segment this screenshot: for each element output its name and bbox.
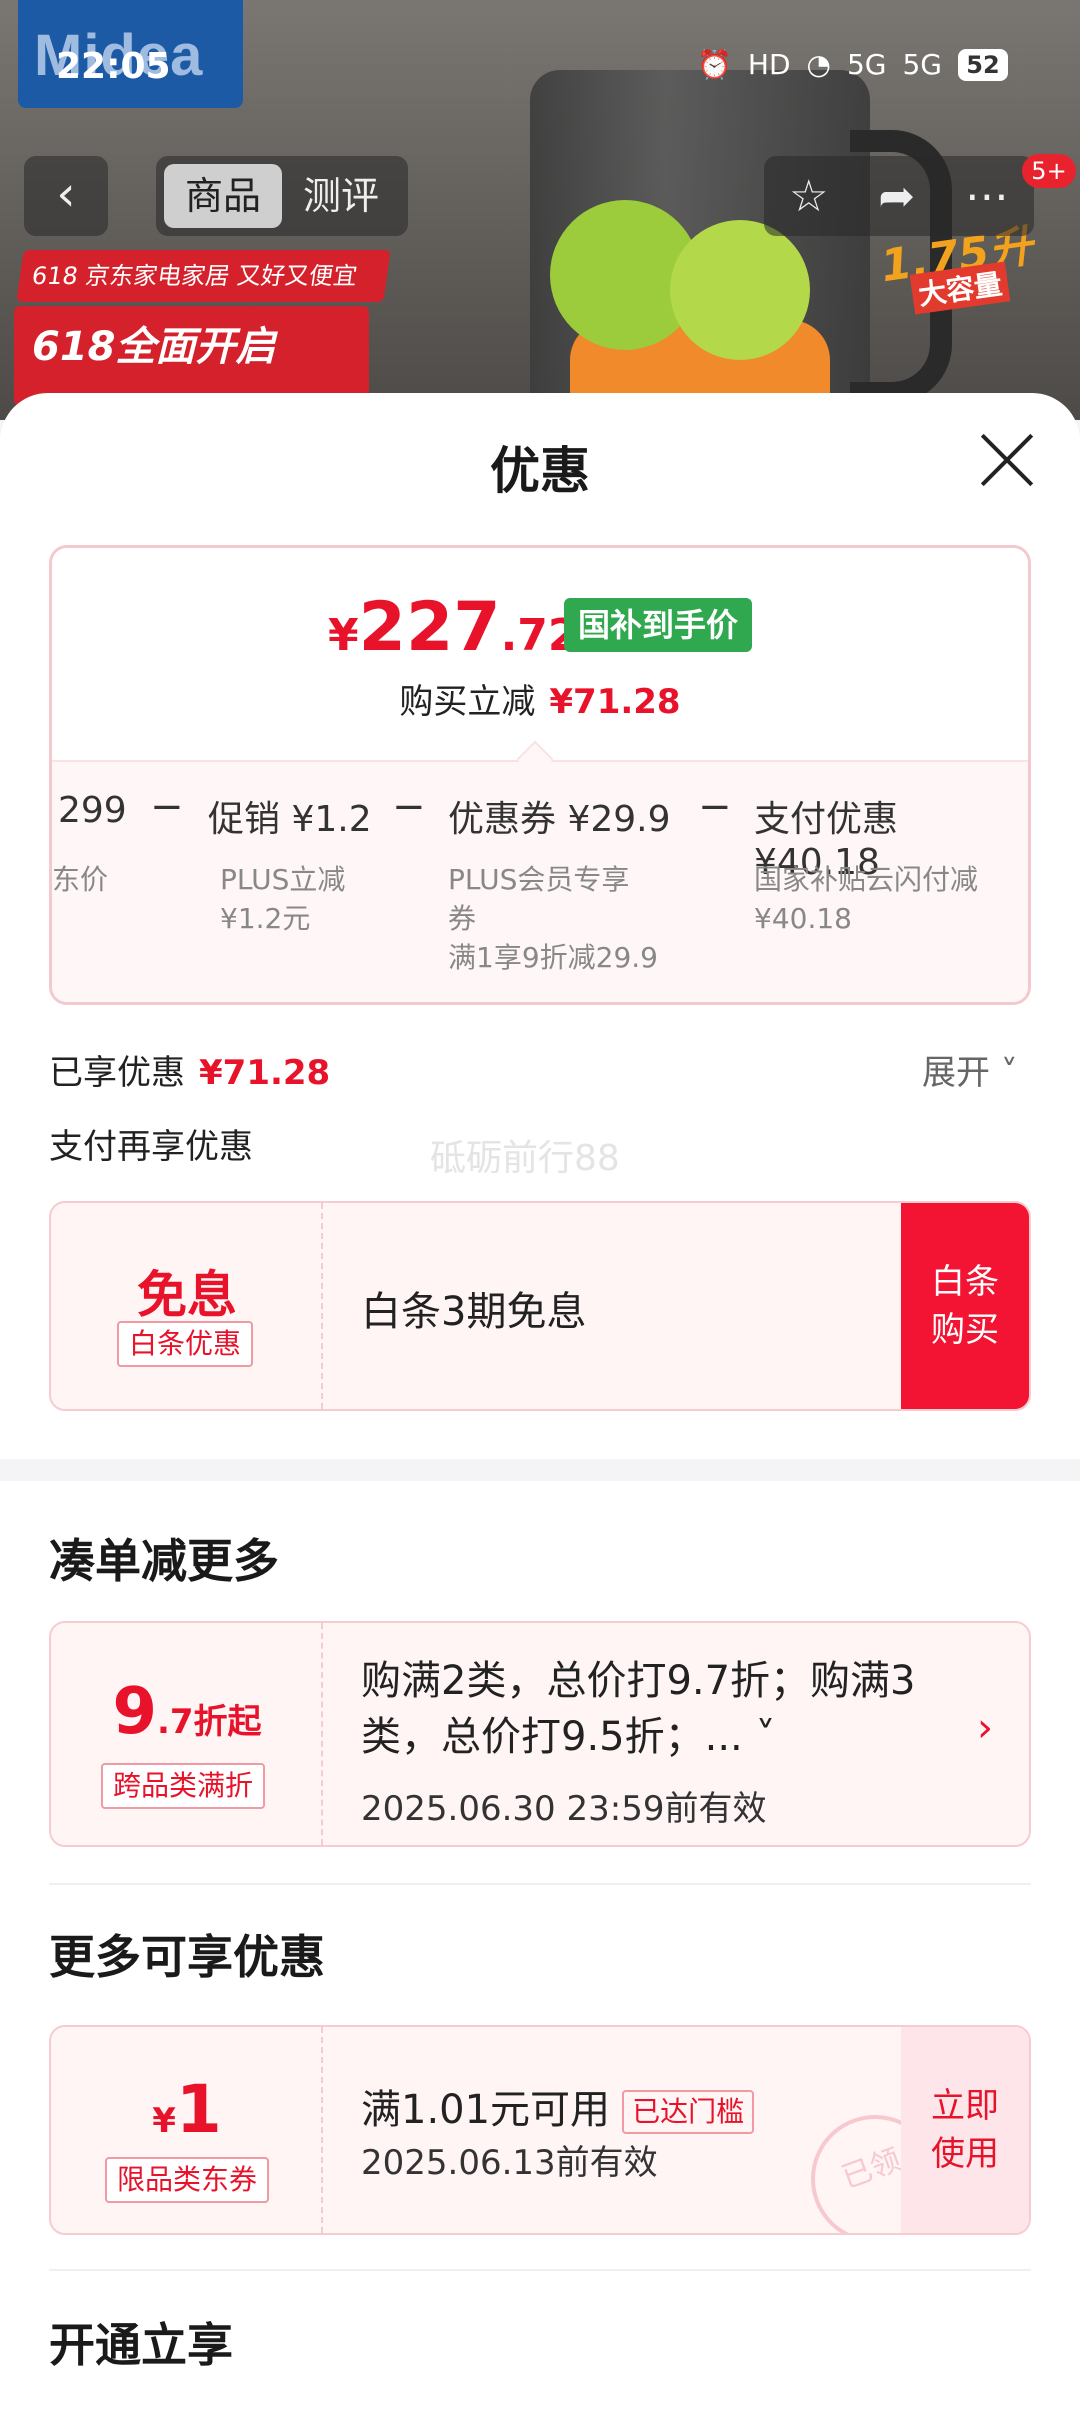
alarm-icon: ⏰ (697, 48, 732, 81)
signal-icon: 5G (846, 48, 887, 81)
divider (49, 1883, 1031, 1885)
expand-button[interactable]: 展开 ˅ (922, 1045, 1018, 1094)
coupon-date: 2025.06.13前有效 (361, 2143, 658, 2183)
section-title-bundle: 凑单减更多 (49, 1534, 279, 1588)
use-now-button[interactable]: 立即 使用 (901, 2027, 1029, 2233)
baitiao-title: 免息 (137, 1266, 237, 1324)
product-nav: ‹ 商品 测评 ☆ ➦ ⋯ 5+ (0, 150, 1080, 240)
notification-badge: 5+ (1022, 154, 1076, 188)
promo-banner: 618 京东家电家居 又好又便宜 (16, 250, 391, 302)
sheet-title: 优惠 (490, 442, 590, 500)
promo-headline: 618全面开启 (14, 306, 369, 406)
hd-icon: HD (747, 48, 791, 81)
battery-icon: 52 (958, 48, 1008, 81)
breakdown-jd-price-sub: 东价 (52, 863, 109, 896)
breakdown-jd-price: 299 (58, 790, 127, 831)
bundle-badge: 跨品类满折 (101, 1763, 266, 1809)
product-tabs: 商品 测评 (156, 156, 408, 236)
minus-sign: − (392, 784, 426, 830)
back-button[interactable]: ‹ (24, 156, 108, 236)
price-tag: 国补到手价 (564, 598, 753, 652)
share-icon[interactable]: ➦ (878, 171, 915, 222)
baitiao-buy-button[interactable]: 白条 购买 (901, 1203, 1029, 1409)
coupon-badge: 限品类东券 (105, 2157, 270, 2203)
price-card: ¥ 227 .72 国补到手价 购买立减 ¥71.28 299 东价 − 促销 ¥… (49, 545, 1031, 1005)
minus-sign: − (150, 784, 184, 830)
minus-sign: − (698, 784, 732, 830)
breakdown-promo-sub: PLUS立减 ¥1.2元 (220, 863, 346, 935)
expand-label: 展开 (922, 1053, 990, 1093)
watermark: 砥砺前行88 (430, 1138, 620, 1179)
price-integer: 227 (358, 588, 501, 667)
threshold-badge: 已达门槛 (622, 2090, 755, 2134)
tab-product[interactable]: 商品 (164, 164, 282, 228)
save-amount: ¥71.28 (549, 682, 681, 722)
discount-sheet: 优惠 ¥ 227 .72 国补到手价 购买立减 ¥71.28 299 东价 − 促… (0, 393, 1080, 2412)
baitiao-text: 白条3期免息 (361, 1289, 587, 1335)
bundle-date: 2025.06.30 23:59前有效 (361, 1789, 767, 1829)
bundle-text: 购满2类，总价打9.7折；购满3 类，总价打9.5折；... ˅ (361, 1658, 916, 1760)
chevron-right-icon[interactable]: › (977, 1705, 993, 1751)
chevron-down-icon: ˅ (742, 1714, 776, 1760)
bundle-offer[interactable]: 9.7折起 跨品类满折 购满2类，总价打9.7折；购满3 类，总价打9.5折；..… (49, 1621, 1031, 1847)
breakdown-coupon-sub: PLUS会员专享券满1享9折减29.9 (448, 863, 658, 974)
breakdown-promo: 促销 ¥1.2 (208, 799, 372, 840)
wifi-icon: ◔ (806, 48, 831, 81)
section-title-available: 更多可享优惠 (49, 1930, 325, 1984)
status-icons: ⏰ HD ◔ 5G 5G 52 (697, 48, 1008, 81)
section-title-open: 开通立享 (49, 2318, 233, 2372)
coupon-amount: ¥1 (152, 2071, 222, 2148)
price-currency: ¥ (328, 610, 359, 661)
chevron-down-icon: ˅ (990, 1053, 1018, 1093)
status-bar: 22:05 ⏰ HD ◔ 5G 5G 52 (0, 0, 1080, 140)
close-icon[interactable] (976, 429, 1038, 491)
save-label: 购买立减 (399, 682, 536, 722)
divider (49, 2269, 1031, 2271)
coupon-text: 满1.01元可用 已达门槛 (361, 2077, 755, 2135)
more-icon[interactable]: ⋯ (965, 171, 1009, 222)
enjoyed-label: 已享优惠 (49, 1053, 185, 1093)
final-price: ¥ 227 .72 (328, 588, 579, 667)
signal-icon-2: 5G (902, 48, 942, 81)
star-icon[interactable]: ☆ (789, 171, 828, 222)
baitiao-badge: 白条优惠 (117, 1321, 254, 1367)
section-divider (0, 1459, 1080, 1481)
breakdown-payment-sub: 国家补贴云闪付减 ¥40.18 (754, 863, 979, 935)
jd-coupon[interactable]: ¥1 限品类东券 满1.01元可用 已达门槛 2025.06.13前有效 已领 立… (49, 2025, 1031, 2235)
status-time: 22:05 (56, 46, 171, 87)
save-line: 购买立减 ¥71.28 (52, 674, 1028, 723)
breakdown-coupon: 优惠券 ¥29.9 (448, 799, 671, 840)
pay-more-title: 支付再享优惠 (49, 1127, 253, 1167)
enjoyed-amount: ¥71.28 (199, 1053, 331, 1093)
nav-actions: ☆ ➦ ⋯ (764, 156, 1034, 236)
tab-review[interactable]: 测评 (282, 164, 400, 228)
enjoyed-discount: 已享优惠 ¥71.28 (49, 1045, 330, 1094)
bundle-discount: 9.7折起 (112, 1675, 262, 1749)
baitiao-offer[interactable]: 免息 白条优惠 白条3期免息 白条 购买 (49, 1201, 1031, 1411)
